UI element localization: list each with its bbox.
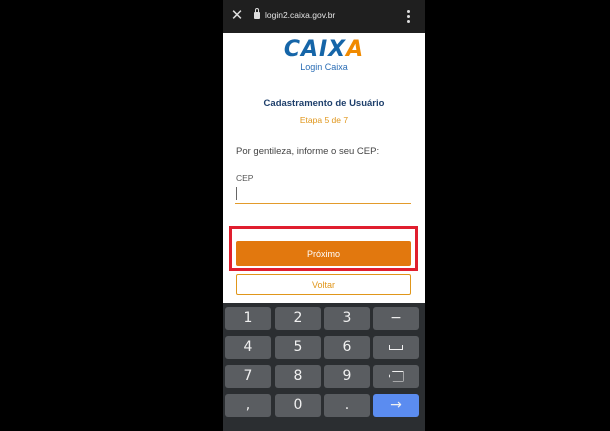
- space-icon: [389, 344, 403, 350]
- lock-icon: [254, 8, 260, 19]
- cep-input[interactable]: [235, 185, 411, 204]
- key-enter[interactable]: →: [373, 394, 419, 417]
- key-8[interactable]: 8: [275, 365, 321, 388]
- key-space[interactable]: [373, 336, 419, 359]
- key-1[interactable]: 1: [225, 307, 271, 330]
- cep-label: CEP: [236, 173, 254, 183]
- key-5[interactable]: 5: [275, 336, 321, 359]
- key-7[interactable]: 7: [225, 365, 271, 388]
- key-0[interactable]: 0: [275, 394, 321, 417]
- key-9[interactable]: 9: [324, 365, 370, 388]
- logo-accent-text: A: [346, 37, 365, 62]
- caixa-logo: CAIXA: [223, 37, 425, 62]
- key-6[interactable]: 6: [324, 336, 370, 359]
- key-minus[interactable]: −: [373, 307, 419, 330]
- browser-toolbar: ✕ login2.caixa.gov.br: [223, 0, 425, 33]
- back-button[interactable]: Voltar: [236, 274, 411, 295]
- key-3[interactable]: 3: [324, 307, 370, 330]
- url-text[interactable]: login2.caixa.gov.br: [265, 10, 335, 20]
- close-icon[interactable]: ✕: [230, 8, 244, 23]
- numeric-keyboard: 1 2 3 − 4 5 6 7 8 9 , 0 . →: [223, 303, 425, 431]
- form-title: Cadastramento de Usuário: [263, 98, 385, 109]
- key-comma[interactable]: ,: [225, 394, 271, 417]
- key-4[interactable]: 4: [225, 336, 271, 359]
- backspace-icon: [388, 370, 404, 382]
- next-button[interactable]: Próximo: [236, 241, 411, 266]
- logo-main-text: CAIX: [283, 37, 347, 62]
- key-period[interactable]: .: [324, 394, 370, 417]
- text-cursor: [236, 187, 237, 200]
- key-2[interactable]: 2: [275, 307, 321, 330]
- step-indicator: Etapa 5 de 7: [299, 115, 349, 125]
- login-subtitle: Login Caixa: [300, 62, 348, 72]
- phone-screen: ✕ login2.caixa.gov.br CAIXA Login Caixa …: [223, 0, 425, 431]
- cep-prompt: Por gentileza, informe o seu CEP:: [236, 146, 380, 157]
- key-backspace[interactable]: [373, 365, 419, 388]
- more-vert-icon[interactable]: [407, 10, 410, 23]
